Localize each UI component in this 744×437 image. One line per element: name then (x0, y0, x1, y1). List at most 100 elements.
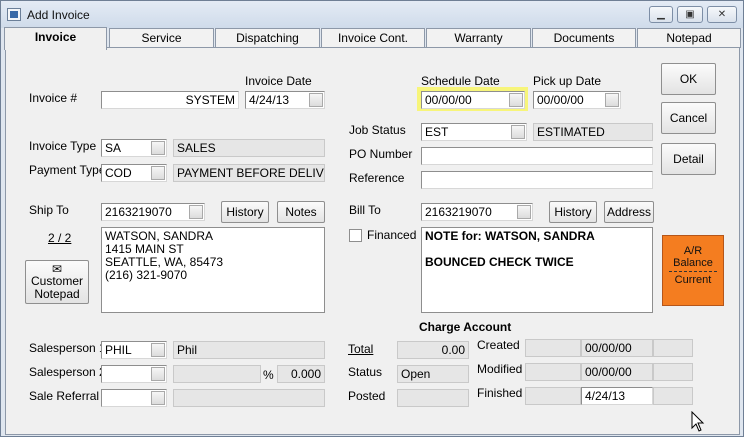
pickup-date-field[interactable]: 00/00/00 (533, 91, 621, 109)
status-label: Status (348, 365, 383, 379)
ar-balance-button[interactable]: A/R Balance Current (662, 235, 724, 306)
modified-value: 00/00/00 (581, 363, 653, 381)
close-icon[interactable]: ✕ (707, 6, 737, 23)
invoice-number-label: Invoice # (29, 91, 78, 105)
invoice-type-select[interactable]: SA (101, 139, 167, 157)
invoice-date-label: Invoice Date (245, 74, 312, 88)
ar-balance-line-1: A/R (683, 245, 703, 257)
tab-warranty[interactable]: Warranty (426, 28, 531, 48)
posted-label: Posted (348, 389, 386, 403)
salesperson2-name (173, 365, 261, 383)
status-value: Open (397, 365, 469, 383)
schedule-date-dropdown-icon[interactable] (509, 93, 523, 107)
finished-extra (525, 387, 581, 405)
ship-to-page-indicator[interactable]: 2 / 2 (48, 231, 71, 245)
tab-dispatching[interactable]: Dispatching (215, 28, 320, 48)
invoice-number-field[interactable]: SYSTEM (101, 91, 239, 109)
bill-to-history-button[interactable]: History (549, 201, 597, 223)
ship-to-address[interactable]: WATSON, SANDRA 1415 MAIN ST SEATTLE, WA,… (101, 227, 325, 313)
schedule-date-label: Schedule Date (421, 74, 500, 88)
payment-type-dropdown-icon[interactable] (151, 166, 165, 180)
financed-label: Financed (367, 228, 417, 242)
tab-invoice-cont[interactable]: Invoice Cont. (321, 28, 425, 48)
modified-extra (525, 363, 581, 381)
modified-label: Modified (477, 362, 523, 376)
cancel-button[interactable]: Cancel (661, 102, 716, 134)
ok-button[interactable]: OK (661, 63, 716, 95)
job-status-description: ESTIMATED (533, 123, 653, 141)
tab-notepad[interactable]: Notepad (637, 28, 741, 48)
salesperson1-select[interactable]: PHIL (101, 341, 167, 359)
ship-to-dropdown-icon[interactable] (189, 205, 203, 219)
customer-notepad-label-2: Notepad (34, 287, 80, 301)
bill-to-note[interactable]: NOTE for: WATSON, SANDRA BOUNCED CHECK T… (421, 227, 653, 313)
bill-to-label: Bill To (349, 203, 381, 217)
po-number-field[interactable] (421, 147, 653, 165)
invoice-type-description: SALES (173, 139, 325, 157)
ship-to-phone-select[interactable]: 2163219070 (101, 203, 205, 221)
reference-field[interactable] (421, 171, 653, 189)
created-value: 00/00/00 (581, 339, 653, 357)
salesperson1-dropdown-icon[interactable] (151, 343, 165, 357)
bill-to-address-button[interactable]: Address (604, 201, 654, 223)
payment-type-code: COD (105, 166, 132, 180)
detail-button[interactable]: Detail (661, 143, 716, 175)
job-status-label: Job Status (349, 123, 406, 137)
tab-bar: Invoice Service Dispatching Invoice Cont… (1, 27, 743, 50)
sale-referral-name (173, 389, 325, 407)
pickup-date-value: 00/00/00 (537, 93, 584, 107)
maximize-icon[interactable]: ▣ (677, 6, 703, 23)
ar-balance-line-3: Current (674, 274, 712, 286)
bill-to-note-line-1: NOTE for: WATSON, SANDRA (425, 229, 595, 243)
finished-value[interactable]: 4/24/13 (581, 387, 653, 405)
ship-to-phone: 2163219070 (105, 205, 172, 219)
finished-label: Finished (477, 386, 523, 400)
salesperson2-percent: 0.000 (277, 365, 325, 383)
bill-to-phone: 2163219070 (425, 205, 492, 219)
minimize-icon[interactable]: ▁ (649, 6, 673, 23)
ship-to-history-button[interactable]: History (221, 201, 269, 223)
job-status-select[interactable]: EST (421, 123, 527, 141)
payment-type-select[interactable]: COD (101, 164, 167, 182)
schedule-date-value: 00/00/00 (425, 93, 472, 107)
invoice-date-field[interactable]: 4/24/13 (245, 91, 325, 109)
ar-balance-line-2: Balance (673, 257, 713, 269)
salesperson1-code: PHIL (105, 343, 132, 357)
schedule-date-field[interactable]: 00/00/00 (421, 91, 525, 109)
created-time (653, 339, 693, 357)
bill-to-phone-select[interactable]: 2163219070 (421, 203, 533, 221)
invoice-date-dropdown-icon[interactable] (309, 93, 323, 107)
job-status-code: EST (425, 125, 449, 139)
total-value: 0.00 (397, 341, 469, 359)
salesperson2-select[interactable] (101, 365, 167, 383)
financed-checkbox[interactable] (349, 229, 362, 242)
tab-service[interactable]: Service (109, 28, 214, 48)
invoice-type-dropdown-icon[interactable] (151, 141, 165, 155)
created-extra (525, 339, 581, 357)
pickup-date-label: Pick up Date (533, 74, 602, 88)
created-label: Created (477, 338, 520, 352)
sale-referral-dropdown-icon[interactable] (151, 391, 165, 405)
tab-documents[interactable]: Documents (532, 28, 636, 48)
pickup-date-dropdown-icon[interactable] (605, 93, 619, 107)
ship-to-notes-button[interactable]: Notes (277, 201, 325, 223)
percent-symbol: % (263, 368, 274, 382)
window-title: Add Invoice (27, 8, 90, 22)
salesperson2-dropdown-icon[interactable] (151, 367, 165, 381)
salesperson1-label: Salesperson 1 (29, 341, 106, 355)
total-label[interactable]: Total (348, 342, 373, 356)
ship-to-label: Ship To (29, 203, 69, 217)
mouse-cursor-icon (691, 411, 705, 432)
invoice-type-code: SA (105, 141, 122, 155)
sale-referral-label: Sale Referral (29, 389, 100, 403)
payment-type-description: PAYMENT BEFORE DELIVER (173, 164, 325, 182)
finished-time (653, 387, 693, 405)
customer-notepad-button[interactable]: ✉ Customer Notepad (25, 260, 89, 304)
bill-to-dropdown-icon[interactable] (517, 205, 531, 219)
po-number-label: PO Number (349, 147, 413, 161)
sale-referral-select[interactable] (101, 389, 167, 407)
job-status-dropdown-icon[interactable] (511, 125, 525, 139)
reference-label: Reference (349, 171, 405, 185)
tab-invoice[interactable]: Invoice (4, 27, 107, 50)
salesperson1-name: Phil (173, 341, 325, 359)
